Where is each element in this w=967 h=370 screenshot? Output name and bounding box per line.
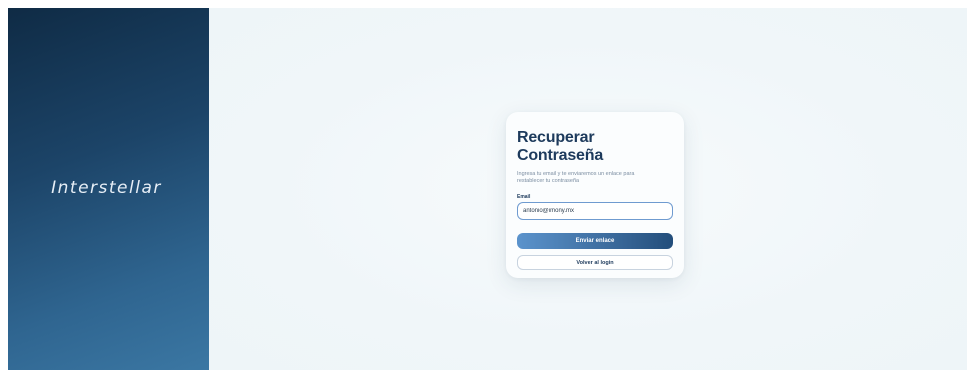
back-to-login-button[interactable]: Volver al login	[517, 255, 673, 270]
brand-sidebar: Interstellar	[8, 8, 209, 370]
page-subtitle: Ingresa tu email y te enviaremos un enla…	[517, 171, 635, 184]
page-title: Recuperar Contraseña	[517, 129, 604, 164]
email-field[interactable]	[517, 202, 673, 220]
send-link-button[interactable]: Enviar enlace	[517, 233, 673, 249]
brand-logo: Interstellar	[51, 178, 162, 198]
app-frame: Interstellar Recuperar Contraseña Ingres…	[8, 8, 967, 370]
email-label: Email	[517, 194, 531, 200]
main-area: Recuperar Contraseña Ingresa tu email y …	[209, 8, 967, 370]
password-recovery-card: Recuperar Contraseña Ingresa tu email y …	[506, 112, 684, 278]
